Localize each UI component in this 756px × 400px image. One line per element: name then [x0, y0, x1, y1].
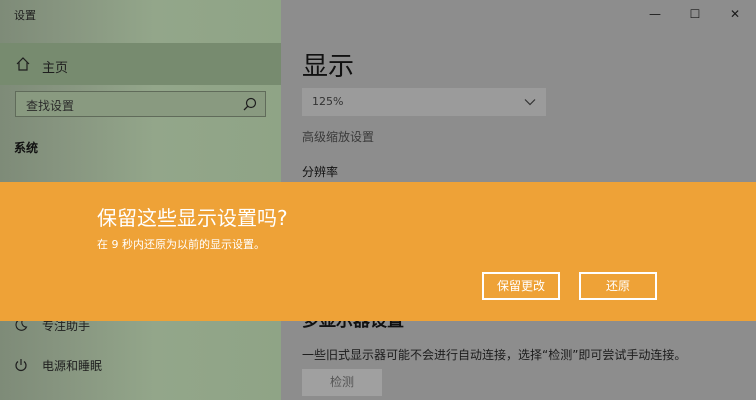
detect-button[interactable]: 检测: [302, 369, 382, 396]
scale-dropdown[interactable]: 125%: [302, 88, 546, 116]
keep-settings-dialog: 保留这些显示设置吗? 在 9 秒内还原为以前的显示设置。 保留更改 还原: [0, 182, 756, 321]
close-button[interactable]: ✕: [720, 4, 750, 24]
search-icon: [243, 97, 257, 111]
scale-value: 125%: [312, 95, 344, 108]
resolution-label: 分辨率: [302, 165, 339, 179]
window-title: 设置: [14, 9, 36, 22]
search-placeholder: 查找设置: [26, 99, 75, 113]
detect-description: 一些旧式显示器可能不会进行自动连接，选择“检测”即可尝试手动连接。: [302, 348, 687, 362]
sidebar-section-label: 系统: [14, 141, 39, 155]
advanced-scaling-link[interactable]: 高级缩放设置: [302, 128, 374, 145]
dialog-message: 在 9 秒内还原为以前的显示设置。: [97, 238, 265, 251]
revert-button[interactable]: 还原: [579, 272, 657, 300]
home-icon: [16, 57, 30, 71]
dialog-title: 保留这些显示设置吗?: [97, 206, 288, 230]
minimize-button[interactable]: —: [640, 4, 670, 24]
sidebar-item-home-label: 主页: [42, 61, 69, 76]
power-icon: [15, 359, 27, 372]
search-input[interactable]: 查找设置: [15, 91, 266, 117]
sidebar-item-power-sleep[interactable]: 电源和睡眠: [42, 357, 102, 374]
keep-changes-button[interactable]: 保留更改: [482, 272, 560, 300]
page-title: 显示: [302, 52, 355, 82]
chevron-down-icon: [524, 99, 536, 106]
maximize-button[interactable]: ☐: [680, 4, 710, 24]
